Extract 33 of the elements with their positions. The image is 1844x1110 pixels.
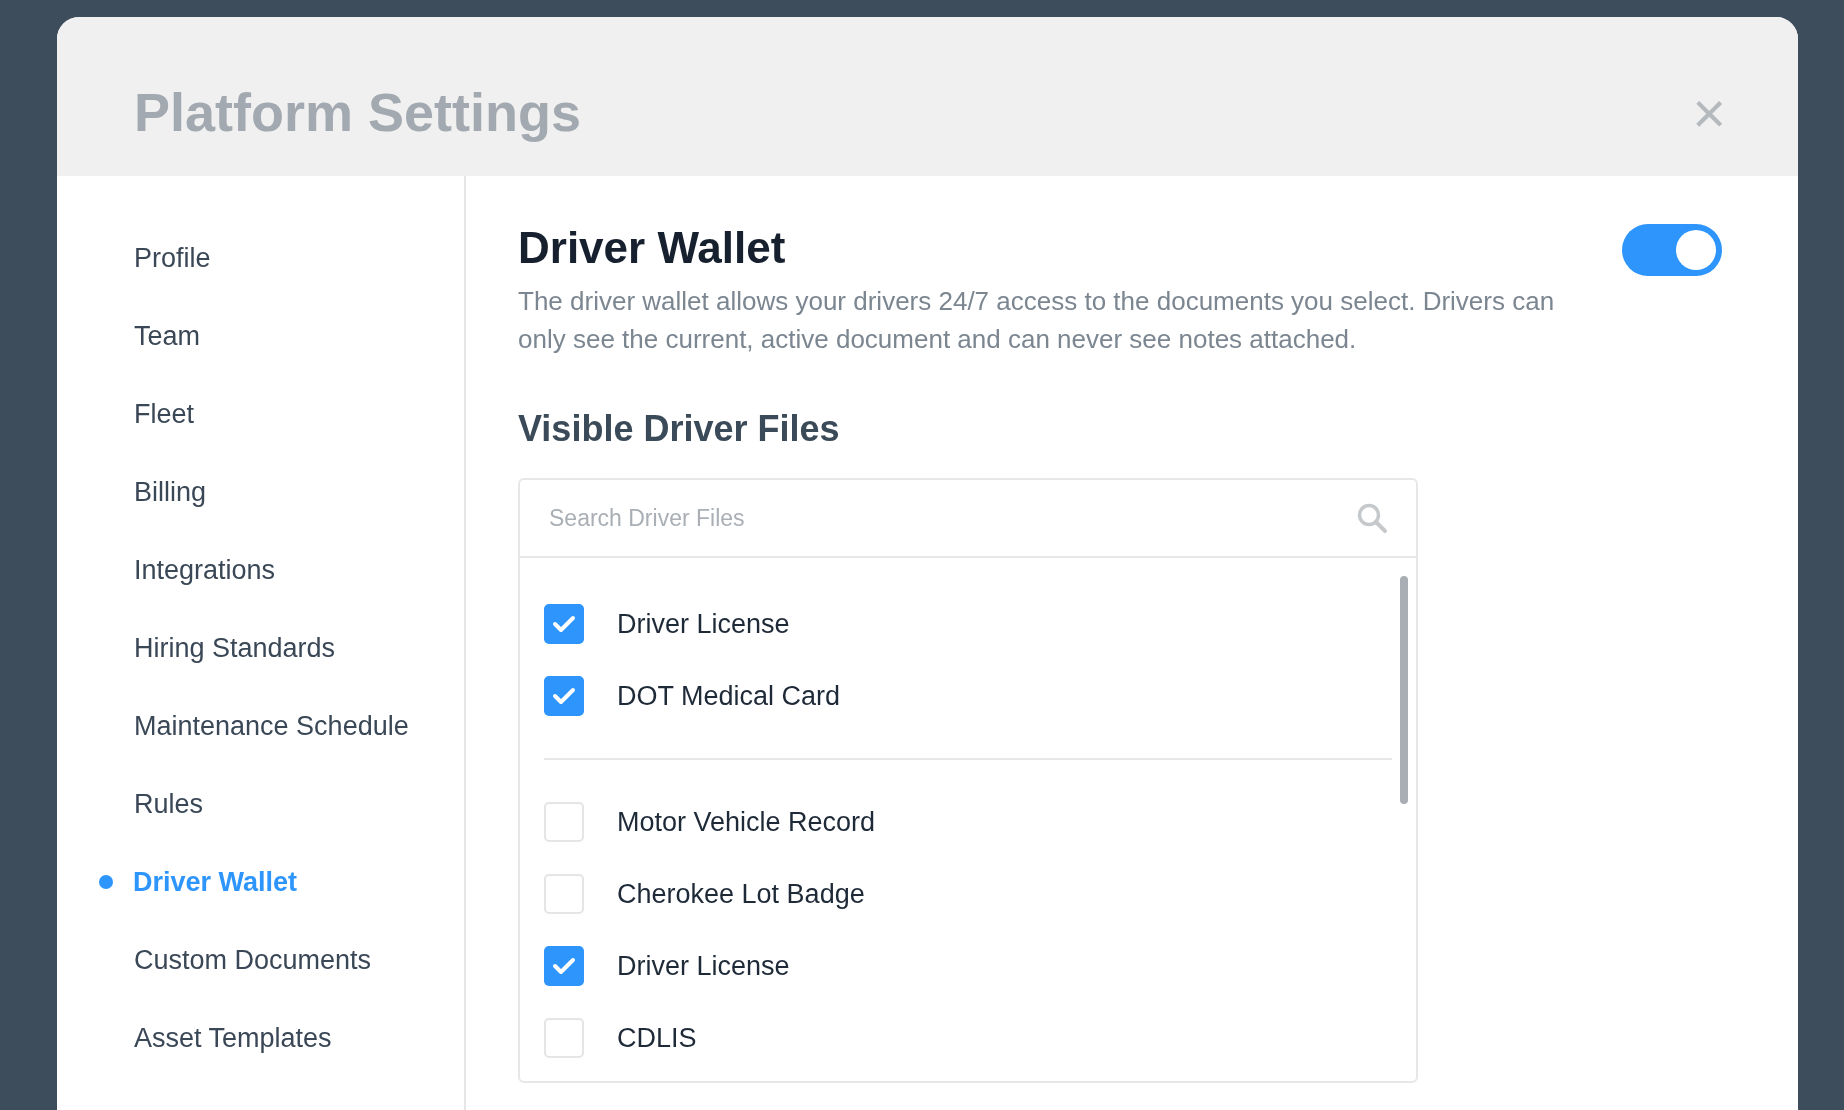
section-description: The driver wallet allows your drivers 24/7 access to the documents you select. Drivers can only see the current, active document and can never see notes attached. <box>518 285 1556 356</box>
sidebar-item[interactable]: Integrations <box>134 549 276 591</box>
sidebar-item[interactable]: Fleet <box>134 393 195 435</box>
search-icon <box>1356 502 1388 534</box>
files-heading: Visible Driver Files <box>518 407 841 451</box>
sidebar-item[interactable]: Rules <box>134 783 204 825</box>
check-icon <box>552 686 576 706</box>
file-label: Motor Vehicle Record <box>617 805 876 839</box>
section-title: Driver Wallet <box>518 224 786 273</box>
sidebar-item[interactable]: Asset Templates <box>134 1017 332 1059</box>
checkbox[interactable] <box>544 874 584 914</box>
check-icon <box>552 614 576 634</box>
sidebar-item[interactable]: Billing <box>134 471 207 513</box>
scrollbar[interactable] <box>1400 576 1408 804</box>
file-label: Driver License <box>617 949 790 983</box>
check-icon <box>552 956 576 976</box>
checkbox[interactable] <box>544 802 584 842</box>
file-label: DOT Medical Card <box>617 679 841 713</box>
toggle-switch[interactable] <box>1622 224 1722 276</box>
dialog-title: Platform Settings <box>134 81 582 144</box>
checkbox[interactable] <box>544 946 584 986</box>
sidebar-item[interactable]: Profile <box>134 237 211 279</box>
file-label: Driver License <box>617 607 790 641</box>
checkbox[interactable] <box>544 676 584 716</box>
search-field[interactable]: Search Driver Files <box>549 500 1356 536</box>
checkbox[interactable] <box>544 1018 584 1058</box>
file-label: CDLIS <box>617 1021 697 1055</box>
sidebar-item[interactable]: Maintenance Schedule <box>134 705 409 747</box>
sidebar-item[interactable]: Hiring Standards <box>134 627 336 669</box>
file-label: Cherokee Lot Badge <box>617 877 865 911</box>
sidebar-item[interactable]: Team <box>134 315 201 357</box>
checkbox[interactable] <box>544 604 584 644</box>
sidebar-item[interactable]: Custom Documents <box>134 939 372 981</box>
